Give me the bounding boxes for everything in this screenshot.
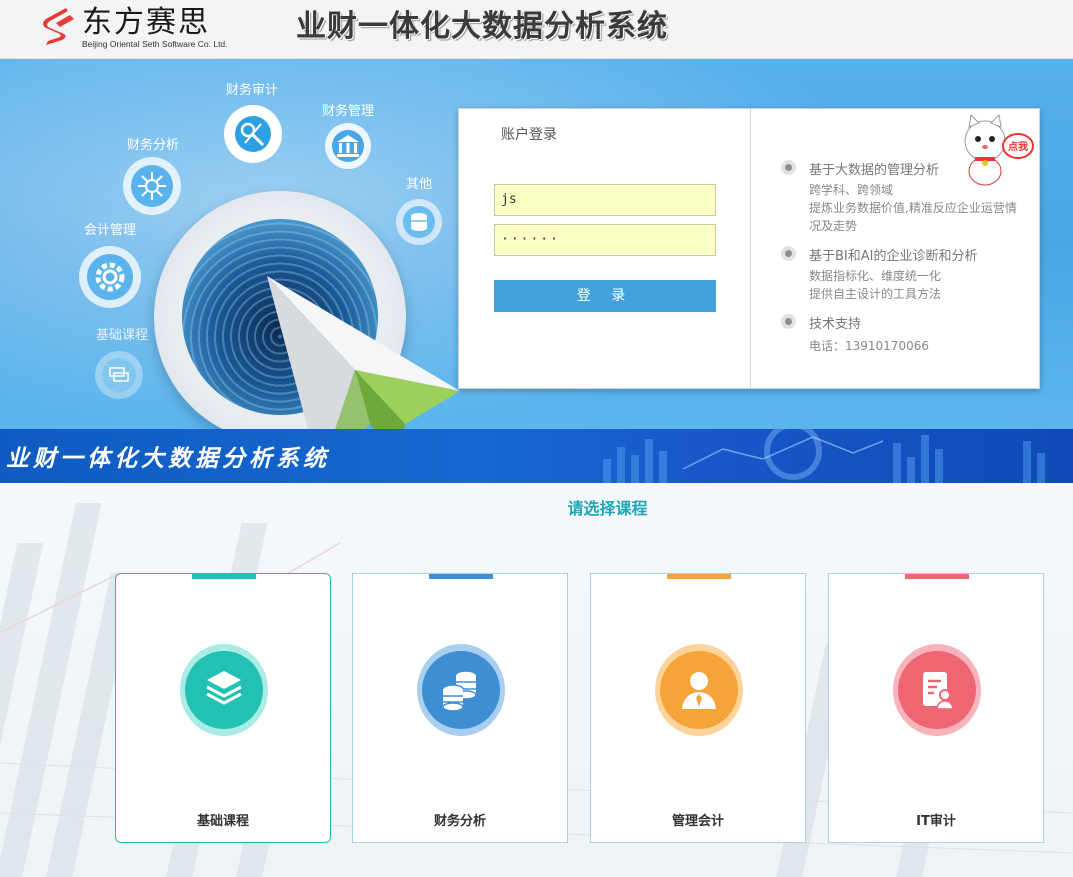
company-logo: 东方赛思 Beijing Oriental Seth Software Co. … [38,5,258,53]
orbit-management[interactable] [325,123,371,169]
card-icon-ring [893,644,981,736]
course-selection-area: 请选择课程 基础课程 财务分析 管理会计 IT审计 [0,483,1073,877]
card-icon-ring [655,644,743,736]
paper-plane-graphic [267,276,460,429]
logo-mark-icon [43,8,74,45]
gear-icon [87,254,133,300]
bank-icon [332,130,364,162]
mascot-badge-text: 点我 [1008,140,1028,153]
feature-line: 数据指标化、维度统一化 [809,269,942,283]
login-divider [750,109,751,388]
header: 东方赛思 Beijing Oriental Seth Software Co. … [0,0,1073,59]
login-button[interactable]: 登 录 [494,280,716,312]
card-icon-ring [417,644,505,736]
course-card-it-audit[interactable]: IT审计 [828,573,1044,843]
layers-icon [206,671,242,705]
login-title: 账户登录 [501,127,557,143]
orbit-other[interactable] [396,199,442,245]
section-title: 请选择课程 [567,499,648,518]
login-panel: 账户登录 js ······ 登 录 基于大数据的管理分析 跨学科、跨领域 提炼… [458,108,1040,389]
bullet-icon [781,160,796,175]
strip-title: 业财一体化大数据分析系统 [6,446,330,472]
orbit-label-basic: 基础课程 [96,328,149,343]
orbit-label-audit: 财务审计 [226,83,279,98]
orbit-label-accounting: 会计管理 [84,223,137,238]
company-name-en: Beijing Oriental Seth Software Co. Ltd. [82,39,228,49]
card-accent-bar [192,574,256,579]
burst-icon [131,165,173,207]
orbit-label-analysis: 财务分析 [127,138,180,153]
card-accent-bar [667,574,731,579]
orbit-label-management: 财务管理 [322,104,375,119]
bullet-icon [781,246,796,261]
course-card-basic[interactable]: 基础课程 [115,573,331,843]
password-input[interactable]: ······ [494,224,716,256]
card-icon-ring [180,644,268,736]
database-icon [403,206,435,238]
support-phone: 电话：13910170066 [809,339,929,353]
course-label: 基础课程 [196,814,249,829]
database-icon [442,670,477,712]
system-title: 业财一体化大数据分析系统 [296,9,668,44]
document-user-icon [923,672,954,710]
feature-title: 基于大数据的管理分析 [809,163,940,178]
orbit-basic[interactable] [95,351,143,399]
orbit-audit[interactable] [224,105,282,163]
title-strip: 业财一体化大数据分析系统 [0,429,1073,483]
feature-title: 基于BI和AI的企业诊断和分析 [809,249,978,264]
orbit-analysis[interactable] [123,157,181,215]
feature-title: 技术支持 [809,317,862,332]
strip-chart-graphic [603,429,1045,483]
card-accent-bar [905,574,969,579]
bullet-icon [781,314,796,329]
course-label: 财务分析 [433,814,486,829]
course-card-finance-analysis[interactable]: 财务分析 [352,573,568,843]
orbit-accounting[interactable] [79,246,141,308]
feature-line: 况及走势 [809,219,858,233]
feature-line: 提炼业务数据价值,精准反应企业运营情 [809,201,1017,215]
orbit-label-other: 其他 [406,177,433,192]
person-icon [682,672,716,709]
lucky-cat-icon: 点我 [964,113,1034,186]
course-card-management-accounting[interactable]: 管理会计 [590,573,806,843]
company-name-cn: 东方赛思 [82,5,210,40]
lucky-cat-mascot[interactable]: 点我 [957,113,1035,189]
course-label: 管理会计 [671,814,724,829]
audit-tools-icon [235,116,271,152]
feature-line: 提供自主设计的工具方法 [809,287,942,301]
card-accent-bar [429,574,493,579]
course-label: IT审计 [916,814,956,829]
username-input[interactable]: js [494,184,716,216]
feature-line: 跨学科、跨领域 [809,183,894,197]
stack-icon [102,358,136,392]
